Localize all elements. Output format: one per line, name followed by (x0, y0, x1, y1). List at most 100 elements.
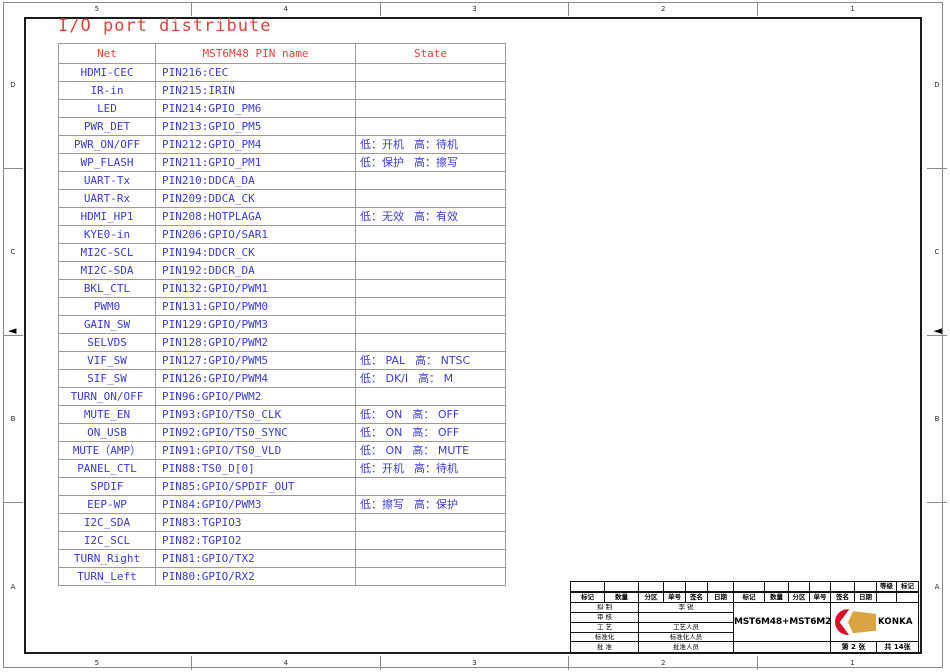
state-high: 高： MUTE (412, 444, 470, 457)
column-header-net: Net (58, 43, 156, 64)
rev-blank-cell (733, 581, 765, 592)
table-row: MUTE（AMP） PIN91:GPIO/TS0_VLD 低： ON 高： MUTE (58, 441, 506, 460)
cell-pin-name: PIN93:GPIO/TS0_CLK (155, 405, 356, 424)
konka-wordmark: KONKA (878, 617, 913, 627)
cell-net: UART-Tx (58, 171, 156, 190)
cell-state (355, 279, 506, 298)
zone-label-right-B: B (927, 336, 947, 503)
cell-state (355, 531, 506, 550)
cell-state (355, 81, 506, 100)
cell-state (355, 261, 506, 280)
rev-blank-cell (570, 581, 605, 592)
table-row: PANEL_CTL PIN88:TS0_D[0] 低：开机 高：待机 (58, 459, 506, 478)
state-high: 高：待机 (414, 138, 458, 151)
rev-header-sign-left: 签名 (685, 592, 708, 604)
column-header-pin: MST6M48 PIN name (155, 43, 356, 64)
cell-state (355, 225, 506, 244)
cell-state (355, 297, 506, 316)
role-value-2: 工艺人员 (638, 621, 734, 633)
cell-pin-name: PIN80:GPIO/RX2 (155, 567, 356, 586)
cell-net: MI2C-SDA (58, 261, 156, 280)
role-label-0: 拟 制 (570, 602, 639, 613)
rev-header-order-right: 单号 (809, 592, 831, 604)
table-row: IR-in PIN215:IRIN (58, 81, 506, 100)
cell-net: KYE0-in (58, 225, 156, 244)
title-block-table: 等级 标记 标记 数量 分区 单号 签名 日期 标记 数量 分区 单号 签名 日… (570, 581, 919, 653)
grade-label: 等级 (876, 581, 897, 592)
zone-label-right-C: C (927, 169, 947, 336)
table-row: TURN_Left PIN80:GPIO/RX2 (58, 567, 506, 586)
cell-pin-name: PIN216:CEC (155, 63, 356, 82)
rev-header-sign-right: 签名 (830, 592, 855, 604)
table-row: MI2C-SDA PIN192:DDCR_DA (58, 261, 506, 280)
table-row: PWR_DET PIN213:GPIO_PM5 (58, 117, 506, 136)
ruler-tick-top-4: 4 (192, 2, 381, 16)
cell-pin-name: PIN206:GPIO/SAR1 (155, 225, 356, 244)
cell-state (355, 387, 506, 406)
state-high: 高：待机 (414, 462, 458, 475)
cell-net: TURN_Left (58, 567, 156, 586)
table-row: TURN_Right PIN81:GPIO/TX2 (58, 549, 506, 568)
table-row: VIF_SW PIN127:GPIO/PWM5 低： PAL 高： NTSC (58, 351, 506, 370)
rev-header-mark-left: 标记 (570, 592, 605, 604)
table-row: EEP-WP PIN84:GPIO/PWM3 低：擦写 高：保护 (58, 495, 506, 514)
cell-state (355, 189, 506, 208)
role-value-4: 批准人员 (638, 641, 734, 653)
table-row: MUTE_EN PIN93:GPIO/TS0_CLK 低： ON 高： OFF (58, 405, 506, 424)
cell-state: 低：开机 高：待机 (355, 459, 506, 478)
cell-pin-name: PIN129:GPIO/PWM3 (155, 315, 356, 334)
zone-label-left-C: C (3, 169, 23, 336)
rev-blank-cell (830, 581, 855, 592)
cell-state (355, 333, 506, 352)
ruler-tick-top-2: 2 (569, 2, 759, 16)
role-value-0: 李 锐 (638, 602, 734, 613)
state-low: 低：开机 (360, 462, 404, 475)
cell-net: TURN_Right (58, 549, 156, 568)
project-name: MST6M48+MST6M20 (733, 602, 831, 643)
cell-state: 低： ON 高： OFF (355, 405, 506, 424)
state-high: 高：擦写 (414, 156, 458, 169)
zone-label-right-D: D (927, 2, 947, 169)
rev-header-date-right: 日期 (854, 592, 877, 604)
cell-state: 低： PAL 高： NTSC (355, 351, 506, 370)
state-high: 高： M (418, 372, 454, 385)
cell-net: IR-in (58, 81, 156, 100)
page-title: I/O port distribute (58, 16, 272, 36)
cell-state (355, 513, 506, 532)
cell-pin-name: PIN212:GPIO_PM4 (155, 135, 356, 154)
cell-pin-name: PIN92:GPIO/TS0_SYNC (155, 423, 356, 442)
cell-pin-name: PIN84:GPIO/PWM3 (155, 495, 356, 514)
cell-pin-name: PIN211:GPIO_PM1 (155, 153, 356, 172)
cell-pin-name: PIN127:GPIO/PWM5 (155, 351, 356, 370)
rev-blank-cell (604, 581, 639, 592)
column-header-state: State (355, 43, 506, 64)
role-label-3: 标准化 (570, 631, 639, 643)
cell-pin-name: PIN215:IRIN (155, 81, 356, 100)
cell-pin-name: PIN213:GPIO_PM5 (155, 117, 356, 136)
cell-pin-name: PIN88:TS0_D[0] (155, 459, 356, 478)
state-high: 高：有效 (414, 210, 458, 223)
rev-blank-cell (685, 581, 708, 592)
konka-mark-icon (835, 609, 877, 636)
cell-net: PWR_DET (58, 117, 156, 136)
center-marker-left-icon: ◄ (8, 324, 17, 337)
cell-state: 低：无效 高：有效 (355, 207, 506, 226)
cell-state (355, 63, 506, 82)
rev-header-zone-left: 分区 (638, 592, 664, 604)
cell-state (355, 171, 506, 190)
cell-pin-name: PIN208:HOTPLAGA (155, 207, 356, 226)
cell-state: 低：开机 高：待机 (355, 135, 506, 154)
state-high: 高： NTSC (415, 354, 471, 367)
cell-pin-name: PIN91:GPIO/TS0_VLD (155, 441, 356, 460)
title-block-pad-bottom (733, 641, 831, 653)
ruler-tick-bottom-2: 2 (569, 656, 759, 670)
cell-net: MI2C-SCL (58, 243, 156, 262)
table-row: SPDIF PIN85:GPIO/SPDIF_OUT (58, 477, 506, 496)
rev-header-qty-left: 数量 (604, 592, 639, 604)
rev-blank-cell (854, 581, 877, 592)
cell-net: SELVDS (58, 333, 156, 352)
cell-pin-name: PIN81:GPIO/TX2 (155, 549, 356, 568)
ruler-tick-bottom-5: 5 (3, 656, 192, 670)
ruler-tick-bottom-1: 1 (850, 659, 855, 667)
cell-state (355, 315, 506, 334)
